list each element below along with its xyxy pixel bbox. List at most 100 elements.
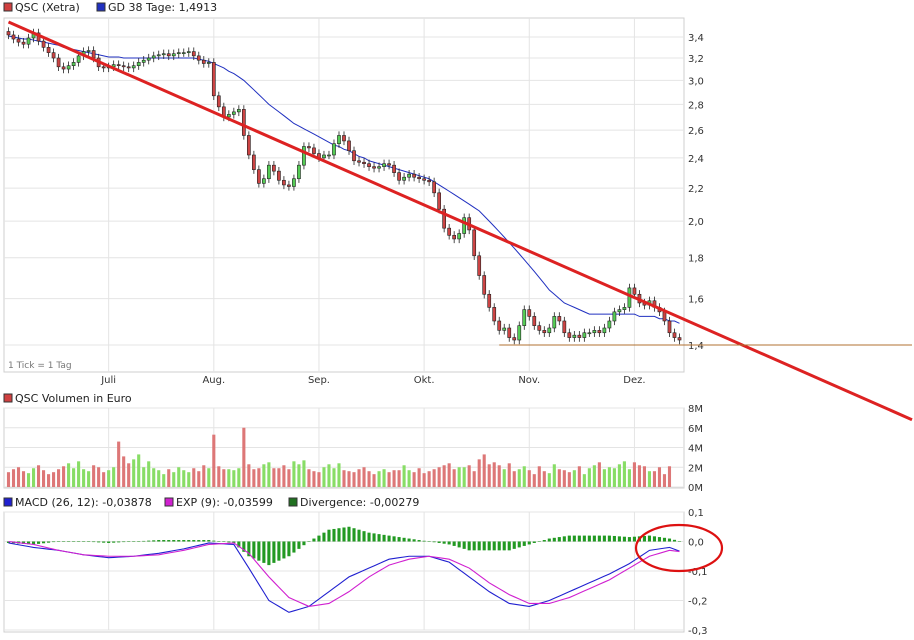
volume-bar — [577, 466, 581, 487]
volume-bar — [77, 461, 81, 487]
volume-bar — [517, 469, 521, 487]
divergence-bar — [357, 529, 361, 542]
divergence-bar — [87, 541, 91, 542]
divergence-bar — [72, 541, 76, 542]
price-x-tick-label: Nov. — [518, 375, 540, 386]
divergence-bar — [182, 540, 186, 542]
volume-y-tick-label: 6M — [688, 424, 703, 435]
candle-body — [101, 66, 106, 69]
divergence-bar — [287, 541, 291, 557]
volume-bar — [447, 463, 451, 487]
volume-bar — [187, 472, 191, 487]
volume-bar — [412, 472, 416, 487]
price-x-axis: Juli Aug. Sep. Okt. Nov. Dez. — [100, 375, 645, 386]
volume-bar — [622, 461, 626, 487]
candle-body — [627, 287, 632, 308]
price-x-tick-label: Sep. — [308, 375, 330, 386]
volume-bar — [62, 466, 66, 487]
divergence-bar — [672, 539, 677, 542]
volume-bar — [257, 468, 261, 487]
volume-bar — [602, 469, 606, 487]
volume-bar — [332, 468, 336, 487]
candle-body — [66, 65, 71, 70]
candle — [241, 105, 246, 140]
price-y-tick-label: 1,6 — [688, 295, 704, 306]
divergence-bar — [457, 541, 461, 548]
legend-swatch-macd — [3, 497, 13, 507]
candle-body — [632, 287, 637, 295]
volume-bar — [547, 473, 551, 487]
divergence-bar — [427, 541, 431, 542]
volume-bar — [432, 469, 436, 487]
candle-body — [607, 320, 612, 329]
divergence-bar — [402, 537, 406, 542]
candle-body — [667, 320, 672, 334]
price-y-tick-label: 3,0 — [688, 76, 704, 87]
divergence-bar — [497, 541, 501, 551]
volume-bar — [667, 466, 672, 487]
candle-body — [427, 179, 431, 183]
volume-bar — [537, 466, 541, 487]
candle-body — [171, 53, 176, 57]
candle-body — [21, 41, 26, 45]
divergence-bar — [317, 535, 321, 542]
volume-bar — [142, 467, 146, 487]
volume-bar — [482, 454, 486, 487]
volume-bar — [627, 469, 631, 487]
divergence-bar — [192, 540, 196, 542]
volume-bar — [557, 469, 561, 487]
divergence-bar — [647, 535, 652, 542]
divergence-bar — [527, 541, 531, 545]
divergence-bar — [122, 541, 126, 543]
divergence-bar — [292, 541, 296, 553]
candle-body — [16, 38, 21, 43]
divergence-bar — [552, 537, 556, 542]
divergence-bar — [127, 541, 131, 542]
divergence-bar — [47, 541, 51, 543]
divergence-bar — [417, 540, 421, 542]
candle-body — [312, 147, 316, 154]
candle — [247, 131, 251, 160]
candle-body — [231, 111, 236, 115]
volume-bar — [36, 465, 41, 487]
price-plot-area — [3, 17, 685, 373]
candle-body — [397, 172, 401, 181]
divergence-bar — [667, 538, 672, 542]
divergence-bar — [587, 535, 591, 542]
divergence-bar — [157, 540, 161, 542]
candle-body — [382, 163, 386, 167]
divergence-bar — [652, 536, 657, 542]
candle-body — [542, 330, 547, 334]
price-panel: 3,4 3,2 3,0 2,8 2,6 2,4 2,2 2,0 1,8 1,6 1,4 Juli Au… — [3, 1, 704, 386]
volume-bar — [21, 471, 26, 487]
candle-body — [512, 337, 517, 341]
candle-body — [337, 135, 341, 145]
volume-bar — [157, 470, 161, 487]
divergence-bar — [437, 541, 441, 543]
volume-bar — [137, 454, 141, 487]
divergence-bar — [342, 527, 346, 542]
candle-body — [557, 316, 562, 322]
candle-body — [76, 55, 81, 63]
divergence-bar — [532, 541, 536, 543]
price-y-tick-label: 2,0 — [688, 217, 704, 228]
candle-body — [201, 59, 206, 64]
volume-bar — [632, 462, 636, 487]
divergence-bar — [337, 528, 341, 542]
legend-swatch-ma — [96, 2, 106, 12]
price-y-tick-label: 2,2 — [688, 184, 704, 195]
divergence-bar — [512, 541, 516, 549]
legend-swatch-exp — [164, 497, 174, 507]
volume-bar — [452, 469, 456, 487]
candle-body — [482, 275, 487, 295]
divergence-bar — [452, 541, 456, 546]
divergence-bar — [387, 535, 391, 542]
candle-body — [422, 178, 426, 181]
divergence-bar — [567, 535, 571, 542]
volume-bar — [172, 472, 176, 487]
candle-body — [487, 293, 492, 308]
volume-bar — [462, 467, 466, 487]
candle-body — [146, 57, 151, 61]
candle-body — [6, 31, 11, 36]
legend-label-macd: MACD (26, 12): -0,03878 — [15, 496, 152, 509]
